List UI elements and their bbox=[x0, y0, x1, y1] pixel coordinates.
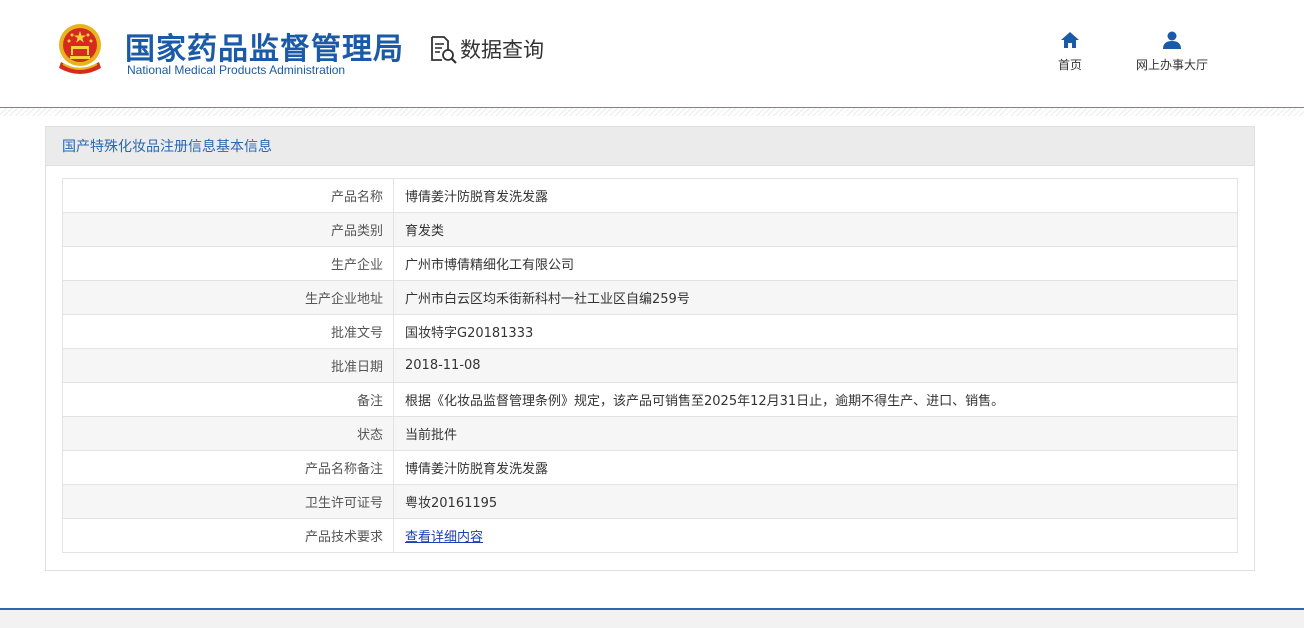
field-label: 产品技术要求 bbox=[62, 518, 394, 553]
table-row: 生产企业地址 广州市白云区均禾街新科村一社工业区自编259号 bbox=[62, 280, 1238, 315]
nav-online-hall[interactable]: 网上办事大厅 bbox=[1124, 30, 1220, 73]
field-label: 卫生许可证号 bbox=[62, 484, 394, 519]
field-label: 批准日期 bbox=[62, 348, 394, 383]
site-header: 国家药品监督管理局 National Medical Products Admi… bbox=[0, 0, 1304, 108]
panel-header: 国产特殊化妆品注册信息基本信息 bbox=[46, 127, 1254, 166]
field-label: 生产企业 bbox=[62, 246, 394, 281]
field-label: 批准文号 bbox=[62, 314, 394, 349]
section-heading: 数据查询 bbox=[428, 34, 544, 64]
field-value: 根据《化妆品监督管理条例》规定，该产品可销售至2025年12月31日止，逾期不得… bbox=[393, 382, 1238, 417]
field-value: 当前批件 bbox=[393, 416, 1238, 451]
field-label: 生产企业地址 bbox=[62, 280, 394, 315]
table-row: 生产企业 广州市博倩精细化工有限公司 bbox=[62, 246, 1238, 281]
panel-title: 国产特殊化妆品注册信息基本信息 bbox=[62, 139, 272, 155]
view-details-link[interactable]: 查看详细内容 bbox=[405, 530, 483, 545]
nav-home[interactable]: 首页 bbox=[1054, 30, 1086, 73]
national-emblem-icon bbox=[59, 24, 101, 74]
org-name-cn: 国家药品监督管理局 bbox=[125, 32, 404, 67]
field-label: 产品名称 bbox=[62, 178, 394, 213]
table-row: 产品名称备注 博倩姜汁防脱育发洗发露 bbox=[62, 450, 1238, 485]
user-icon bbox=[1163, 31, 1181, 49]
field-label: 备注 bbox=[62, 382, 394, 417]
decorative-hatch-strip bbox=[0, 108, 1304, 116]
nav-online-hall-label: 网上办事大厅 bbox=[1135, 58, 1208, 72]
field-label: 产品类别 bbox=[62, 212, 394, 247]
section-title: 数据查询 bbox=[460, 38, 544, 62]
table-row: 状态 当前批件 bbox=[62, 416, 1238, 451]
site-footer bbox=[0, 610, 1304, 628]
table-row: 批准文号 国妆特字G20181333 bbox=[62, 314, 1238, 349]
field-label: 状态 bbox=[62, 416, 394, 451]
field-value: 博倩姜汁防脱育发洗发露 bbox=[393, 178, 1238, 213]
table-row: 产品名称 博倩姜汁防脱育发洗发露 bbox=[62, 178, 1238, 213]
document-search-icon bbox=[431, 36, 457, 64]
table-row: 产品类别 育发类 bbox=[62, 212, 1238, 247]
table-row: 备注 根据《化妆品监督管理条例》规定，该产品可销售至2025年12月31日止，逾… bbox=[62, 382, 1238, 417]
table-row: 产品技术要求 查看详细内容 bbox=[62, 518, 1238, 553]
field-value-cell: 查看详细内容 bbox=[393, 518, 1238, 553]
field-value: 国妆特字G20181333 bbox=[393, 314, 1238, 349]
field-value: 2018-11-08 bbox=[393, 348, 1238, 383]
info-panel: 国产特殊化妆品注册信息基本信息 产品名称 博倩姜汁防脱育发洗发露 产品类别 育发… bbox=[45, 126, 1255, 571]
nav-home-label: 首页 bbox=[1057, 58, 1082, 72]
field-value: 粤妆20161195 bbox=[393, 484, 1238, 519]
home-icon bbox=[1061, 32, 1079, 48]
field-value: 博倩姜汁防脱育发洗发露 bbox=[393, 450, 1238, 485]
table-row: 批准日期 2018-11-08 bbox=[62, 348, 1238, 383]
field-value: 广州市博倩精细化工有限公司 bbox=[393, 246, 1238, 281]
org-name-en: National Medical Products Administration bbox=[127, 63, 346, 77]
field-value: 育发类 bbox=[393, 212, 1238, 247]
info-table: 产品名称 博倩姜汁防脱育发洗发露 产品类别 育发类 生产企业 广州市博倩精细化工… bbox=[62, 178, 1238, 553]
field-value: 广州市白云区均禾街新科村一社工业区自编259号 bbox=[393, 280, 1238, 315]
field-label: 产品名称备注 bbox=[62, 450, 394, 485]
table-row: 卫生许可证号 粤妆20161195 bbox=[62, 484, 1238, 519]
